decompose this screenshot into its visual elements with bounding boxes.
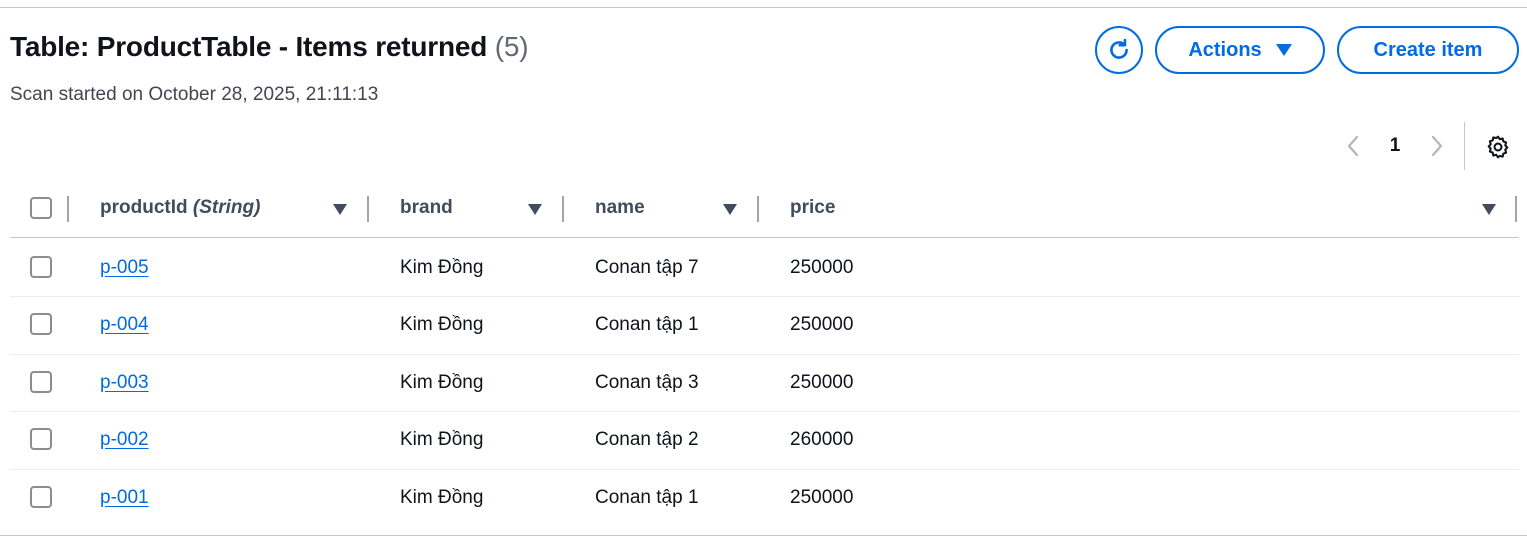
row-productid-link[interactable]: p-005 [100,257,149,279]
row-checkbox[interactable] [30,486,52,508]
row-brand: Kim Đồng [400,257,484,278]
row-brand: Kim Đồng [400,487,484,508]
scan-timestamp: Scan started on October 28, 2025, 21:11:… [10,84,379,105]
refresh-button[interactable] [1095,26,1143,74]
row-price: 250000 [790,314,854,335]
row-checkbox[interactable] [30,256,52,278]
refresh-icon [1110,38,1128,59]
gear-icon [1487,135,1509,159]
header-divider [10,237,1519,238]
create-item-button[interactable]: Create item [1337,26,1519,74]
row-price: 250000 [790,372,854,393]
sort-icon[interactable] [332,202,348,216]
row-brand: Kim Đồng [400,314,484,335]
chevron-left-icon [1347,135,1359,157]
column-resizer[interactable] [367,196,369,222]
row-divider [10,354,1519,355]
row-productid-link[interactable]: p-001 [100,487,149,509]
top-divider [0,7,1527,8]
row-checkbox[interactable] [30,428,52,450]
row-name: Conan tập 2 [595,429,699,450]
sort-icon[interactable] [722,202,738,216]
column-resizer[interactable] [757,196,759,222]
row-price: 260000 [790,429,854,450]
column-resizer[interactable] [67,196,69,222]
sort-icon[interactable] [1481,202,1497,216]
row-productid-link[interactable]: p-004 [100,314,149,336]
chevron-right-icon [1431,135,1443,157]
row-brand: Kim Đồng [400,429,484,450]
row-price: 250000 [790,487,854,508]
row-divider [10,296,1519,297]
column-header-price[interactable]: price [790,197,835,219]
row-checkbox[interactable] [30,371,52,393]
row-price: 250000 [790,257,854,278]
row-name: Conan tập 7 [595,257,699,278]
bottom-divider [0,535,1527,536]
row-name: Conan tập 1 [595,487,699,508]
row-productid-link[interactable]: p-002 [100,429,149,451]
create-item-label: Create item [1373,38,1483,61]
column-header-name[interactable]: name [595,197,645,219]
items-count: (5) [494,31,529,62]
sort-icon[interactable] [527,202,543,216]
pagination-divider [1464,122,1465,170]
column-resizer[interactable] [1515,196,1517,222]
page-title: Table: ProductTable - Items returned (5) [10,31,529,63]
next-page-button[interactable] [1427,134,1447,158]
column-label: productId [100,197,188,218]
column-header-productid[interactable]: productId (String) [100,197,260,219]
page-title-text: Table: ProductTable - Items returned [10,31,488,62]
row-divider [10,469,1519,470]
preferences-button[interactable] [1485,134,1511,160]
column-header-brand[interactable]: brand [400,197,453,219]
actions-label: Actions [1188,38,1262,61]
column-type: (String) [192,197,261,218]
select-all-checkbox[interactable] [30,197,52,219]
page-number-current[interactable]: 1 [1385,135,1405,157]
caret-down-icon [1275,44,1292,56]
row-divider [10,411,1519,412]
row-productid-link[interactable]: p-003 [100,372,149,394]
actions-dropdown-button[interactable]: Actions [1155,26,1325,74]
row-name: Conan tập 3 [595,372,699,393]
row-name: Conan tập 1 [595,314,699,335]
row-checkbox[interactable] [30,313,52,335]
column-resizer[interactable] [562,196,564,222]
previous-page-button[interactable] [1343,134,1363,158]
row-brand: Kim Đồng [400,372,484,393]
